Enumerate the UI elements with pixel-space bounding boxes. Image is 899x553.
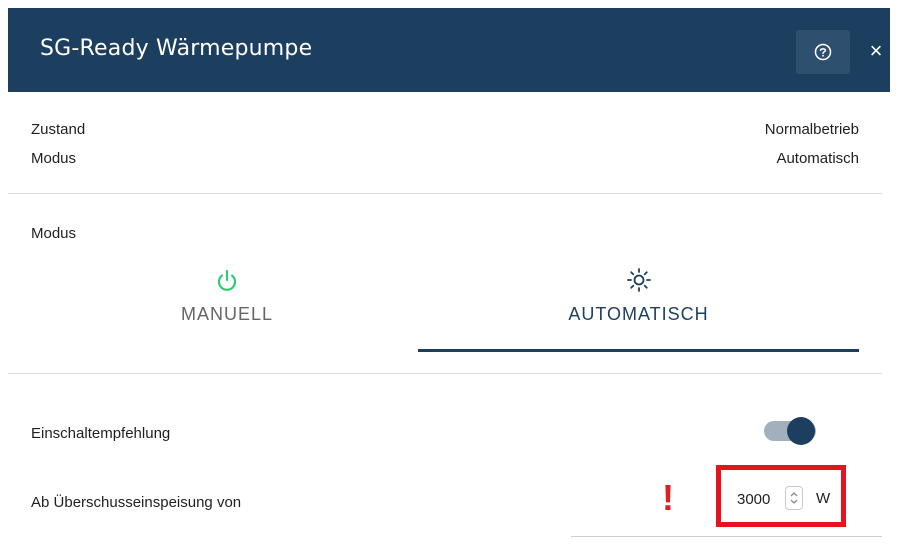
sun-icon bbox=[626, 268, 651, 292]
threshold-unit: W bbox=[816, 490, 831, 507]
divider bbox=[8, 193, 882, 194]
dialog-header: SG-Ready Wärmepumpe × bbox=[8, 8, 890, 92]
tab-manuell[interactable]: MANUELL bbox=[38, 262, 416, 352]
threshold-label: Ab Überschusseinspeisung von bbox=[31, 494, 242, 511]
help-circle-icon bbox=[814, 43, 832, 61]
recommendation-label: Einschaltempfehlung bbox=[31, 425, 171, 442]
divider bbox=[8, 373, 882, 374]
power-icon bbox=[217, 269, 237, 291]
dialog-title: SG-Ready Wärmepumpe bbox=[40, 36, 313, 61]
help-button[interactable] bbox=[796, 30, 850, 74]
tab-automatisch[interactable]: AUTOMATISCH bbox=[418, 262, 859, 352]
toggle-knob bbox=[787, 417, 815, 445]
input-underline bbox=[571, 536, 882, 537]
close-button[interactable]: × bbox=[864, 38, 888, 64]
warning-icon: ! bbox=[662, 477, 674, 518]
tab-label-automatisch: AUTOMATISCH bbox=[568, 304, 709, 324]
status-label-modus: Modus bbox=[31, 150, 77, 167]
spinner-arrows-icon bbox=[790, 492, 798, 504]
status-label-zustand: Zustand bbox=[31, 121, 86, 138]
active-tab-indicator bbox=[418, 349, 859, 352]
mode-heading: Modus bbox=[31, 225, 77, 242]
threshold-input[interactable] bbox=[737, 488, 775, 510]
status-value-modus: Automatisch bbox=[776, 150, 859, 167]
number-spinner[interactable] bbox=[785, 486, 803, 510]
tab-label-manuell: MANUELL bbox=[180, 304, 274, 324]
status-value-zustand: Normalbetrieb bbox=[764, 121, 859, 138]
